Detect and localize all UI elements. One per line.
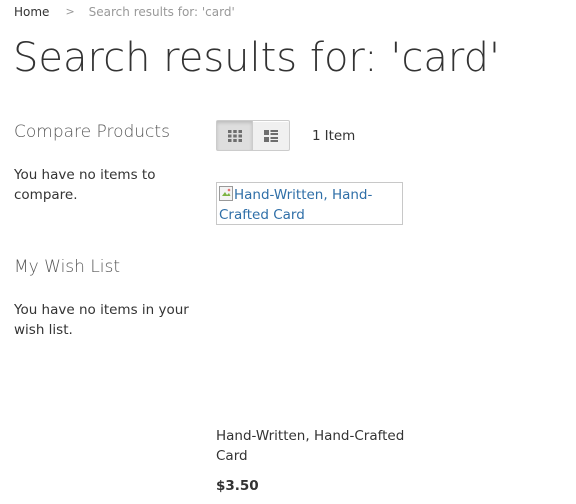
product-image-link[interactable]: Hand-Written, Hand-Crafted Card (216, 182, 403, 225)
page-title: Search results for: 'card' (13, 35, 500, 81)
grid-icon (227, 129, 242, 142)
list-view-button[interactable] (253, 121, 289, 150)
breadcrumb: Home > Search results for: 'card' (14, 4, 235, 20)
wish-list-title: My Wish List (14, 257, 121, 277)
item-count-number: 1 (312, 128, 321, 144)
compare-products-title: Compare Products (14, 122, 170, 142)
product-price: $3.50 (216, 478, 259, 494)
breadcrumb-home-link[interactable]: Home (14, 4, 49, 20)
wish-list-empty-message: You have no items in your wish list. (14, 302, 189, 338)
list-icon (264, 129, 278, 142)
grid-view-button[interactable] (217, 121, 253, 150)
breadcrumb-current: Search results for: 'card' (88, 5, 235, 19)
product-image-alt-text: Hand-Written, Hand-Crafted Card (219, 187, 373, 223)
chevron-right-icon: > (65, 5, 75, 18)
search-results-page: Home > Search results for: 'card' Search… (0, 0, 576, 504)
compare-empty-message: You have no items to compare. (14, 167, 156, 203)
toolbar-item-count: 1 Item (312, 127, 355, 145)
item-count-label: Item (324, 128, 356, 144)
product-name-link[interactable]: Hand-Written, Hand-Crafted Card (216, 426, 416, 466)
view-mode-switcher (216, 120, 290, 151)
